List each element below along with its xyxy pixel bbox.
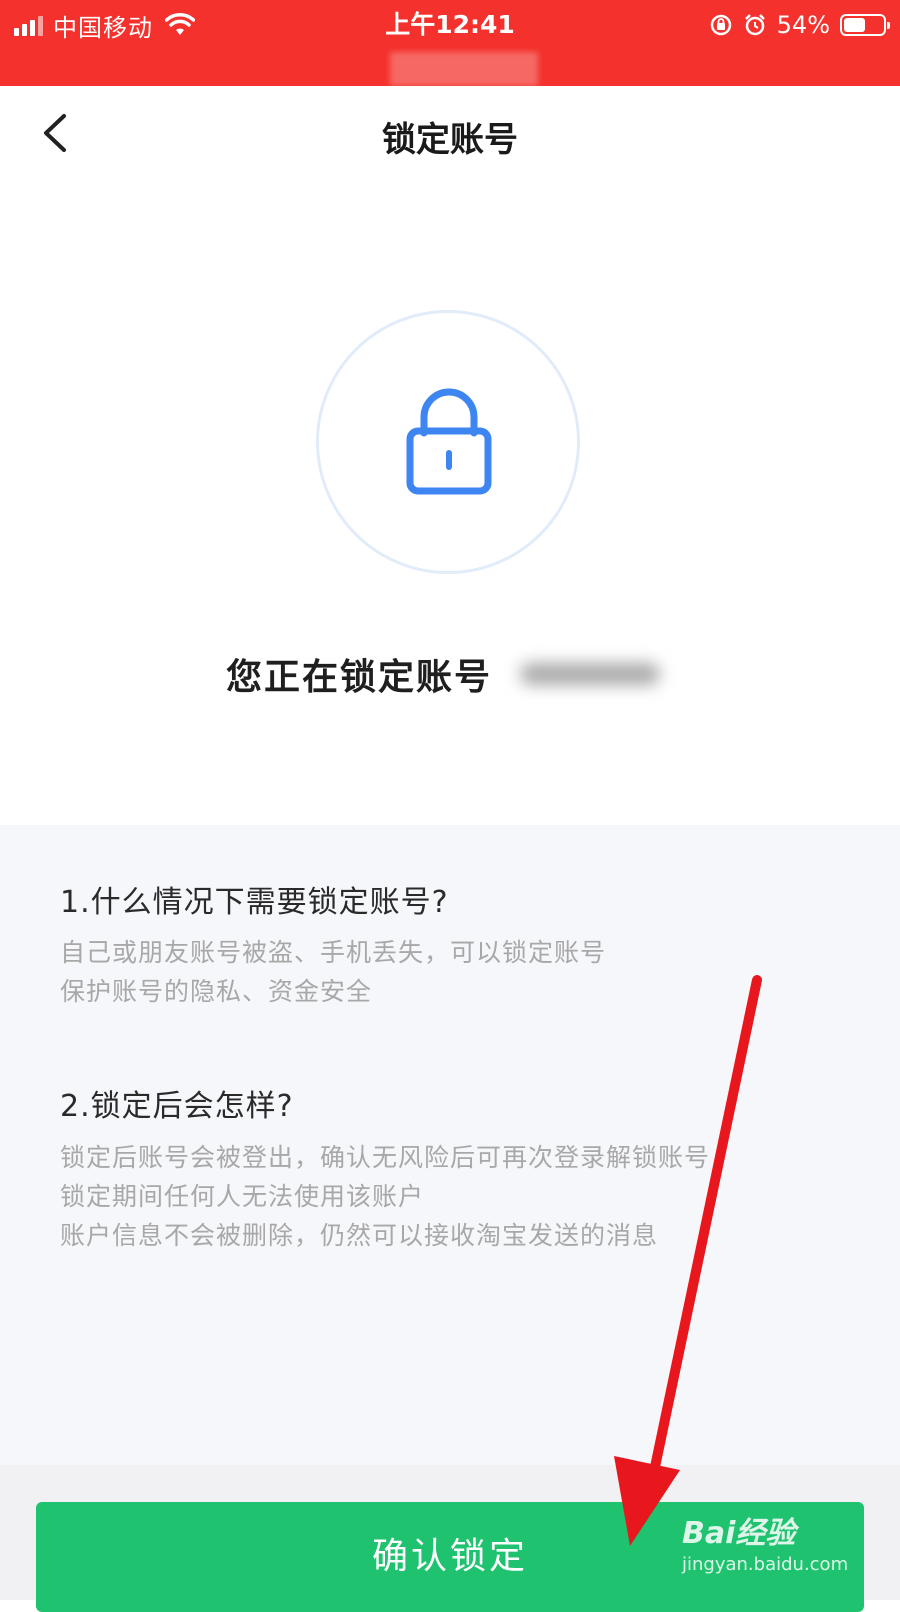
info-section: 1.什么情况下需要锁定账号? 自己或朋友账号被盗、手机丢失，可以锁定账号 保护账…	[0, 825, 900, 1465]
battery-icon	[840, 14, 890, 36]
battery-percent: 54%	[776, 11, 830, 39]
watermark-url: jingyan.baidu.com	[682, 1554, 849, 1575]
blurred-region	[390, 52, 538, 86]
alarm-icon	[744, 14, 765, 36]
masked-account	[504, 649, 674, 699]
page-title: 锁定账号	[382, 120, 518, 160]
lock-icon	[406, 388, 492, 495]
status-right: 54%	[709, 8, 890, 42]
question-2: 2.锁定后会怎样?	[60, 1089, 294, 1124]
nav-bar: 锁定账号	[0, 86, 900, 182]
watermark-brand: Bai经验	[682, 1516, 796, 1551]
answer-1-line: 自己或朋友账号被盗、手机丢失，可以锁定账号	[60, 938, 607, 967]
lock-circle	[316, 310, 580, 574]
answer-2: 锁定后账号会被登出，确认无风险后可再次登录解锁账号 锁定期间任何人无法使用该账户…	[60, 1138, 710, 1255]
status-bar: 中国移动 上午12:41 54%	[0, 0, 900, 86]
answer-2-line: 锁定期间任何人无法使用该账户	[60, 1182, 425, 1211]
rotation-lock-icon	[710, 14, 731, 36]
question-1: 1.什么情况下需要锁定账号?	[60, 885, 449, 920]
answer-2-line: 账户信息不会被删除，仍然可以接收淘宝发送的消息	[60, 1221, 659, 1250]
watermark: Bai经验 jingyan.baidu.com	[682, 1508, 852, 1588]
answer-1-line: 保护账号的隐私、资金安全	[60, 977, 373, 1006]
locking-account-text: 您正在锁定账号	[226, 657, 493, 698]
answer-2-line: 锁定后账号会被登出，确认无风险后可再次登录解锁账号	[60, 1143, 711, 1172]
locking-line: 您正在锁定账号	[226, 648, 674, 700]
answer-1: 自己或朋友账号被盗、手机丢失，可以锁定账号 保护账号的隐私、资金安全	[60, 933, 606, 1011]
